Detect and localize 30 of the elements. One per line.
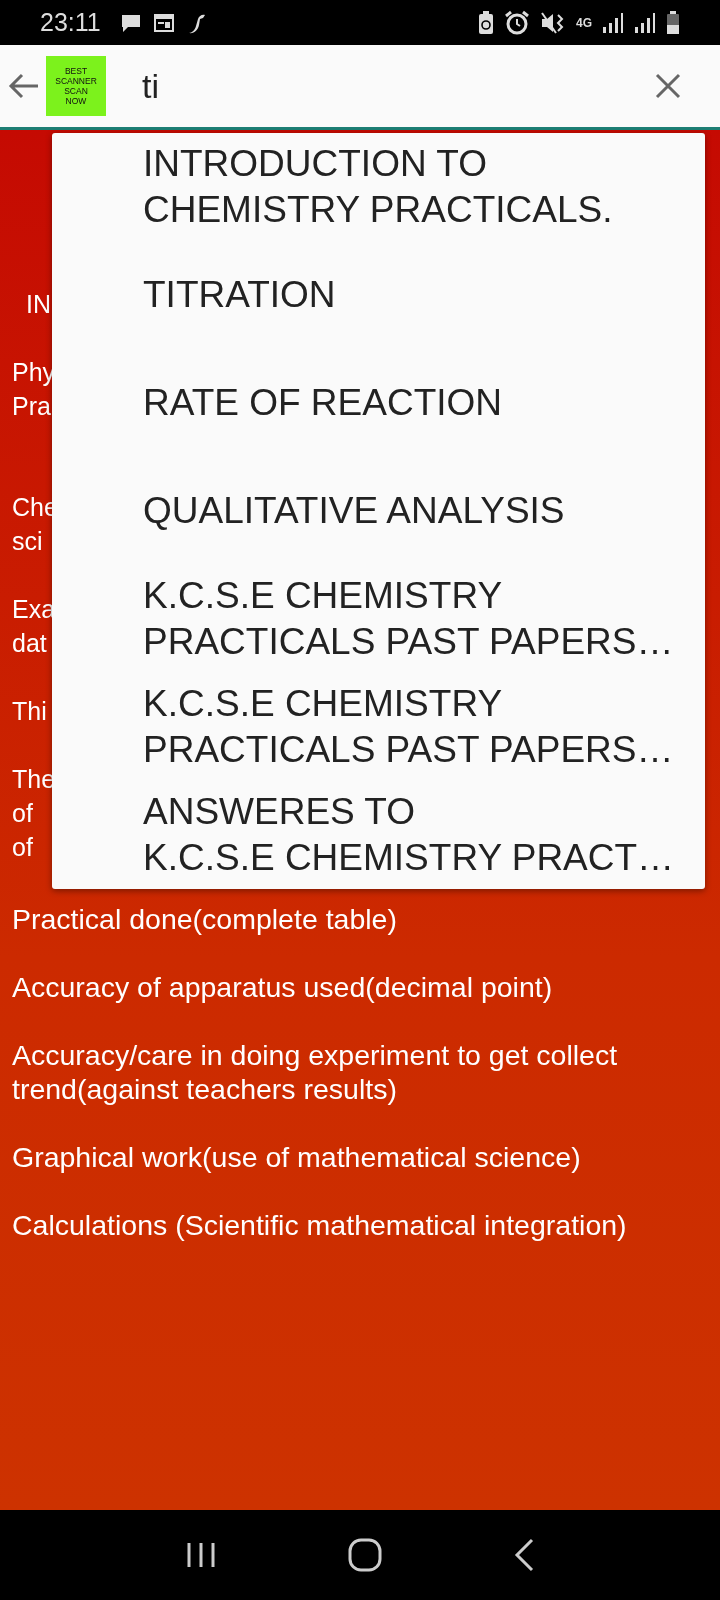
clock-time: 23:11: [40, 8, 101, 37]
battery-saver-icon: [478, 10, 494, 35]
signal-icon: [602, 11, 624, 34]
close-icon[interactable]: [654, 72, 682, 100]
logo-text: BEST: [64, 66, 88, 76]
muted-vibrate-icon: [540, 10, 566, 35]
back-icon[interactable]: [512, 1538, 535, 1572]
recent-apps-icon[interactable]: [185, 1541, 218, 1569]
search-input[interactable]: ti: [142, 66, 634, 106]
suggestion-item[interactable]: INTRODUCTION TO CHEMISTRY PRACTICALS.: [52, 133, 705, 241]
suggestion-item[interactable]: QUALITATIVE ANALYSIS: [52, 457, 705, 565]
body-text: Accuracy of apparatus used(decimal point): [12, 970, 553, 1004]
body-text: Thi: [12, 696, 47, 727]
suggestion-item[interactable]: TITRATION: [52, 241, 705, 349]
body-text: Practical done(complete table): [12, 902, 397, 936]
alarm-icon: [504, 9, 530, 36]
body-text: IN: [26, 289, 51, 320]
home-icon[interactable]: [348, 1538, 382, 1572]
suggestion-item[interactable]: K.C.S.E CHEMISTRY PRACTICALS PAST PAPERS…: [52, 565, 705, 673]
logo-text: SCANNER: [55, 76, 97, 86]
back-arrow-icon[interactable]: [8, 72, 40, 100]
body-text: Graphical work(use of mathematical science): [12, 1140, 581, 1174]
signal-icon: [634, 11, 656, 34]
network-type: 4G: [576, 16, 592, 29]
body-text: Accuracy/care in doing experiment to get collect trend(against teachers results): [12, 1038, 618, 1106]
calendar-icon: [152, 11, 175, 34]
logo-text: SCAN: [64, 86, 88, 96]
battery-icon: [666, 10, 680, 35]
logo-text: NOW: [65, 96, 87, 106]
body-text: Calculations (Scientific mathematical integration): [12, 1208, 627, 1242]
